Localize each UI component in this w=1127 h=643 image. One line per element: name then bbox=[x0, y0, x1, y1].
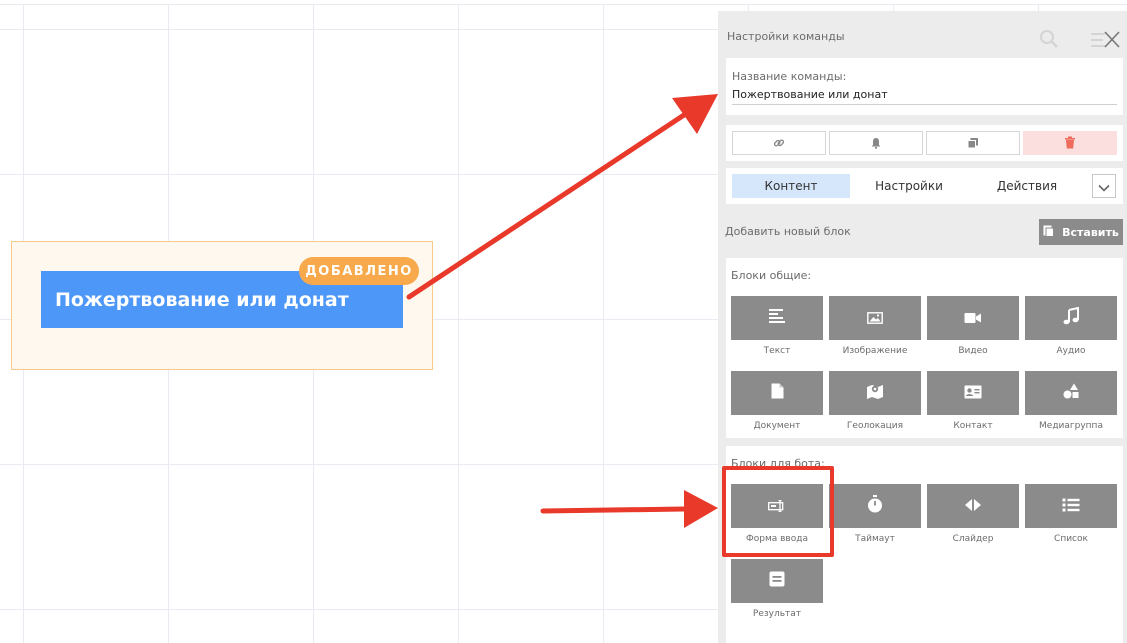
annotation-arrows bbox=[406, 94, 718, 528]
